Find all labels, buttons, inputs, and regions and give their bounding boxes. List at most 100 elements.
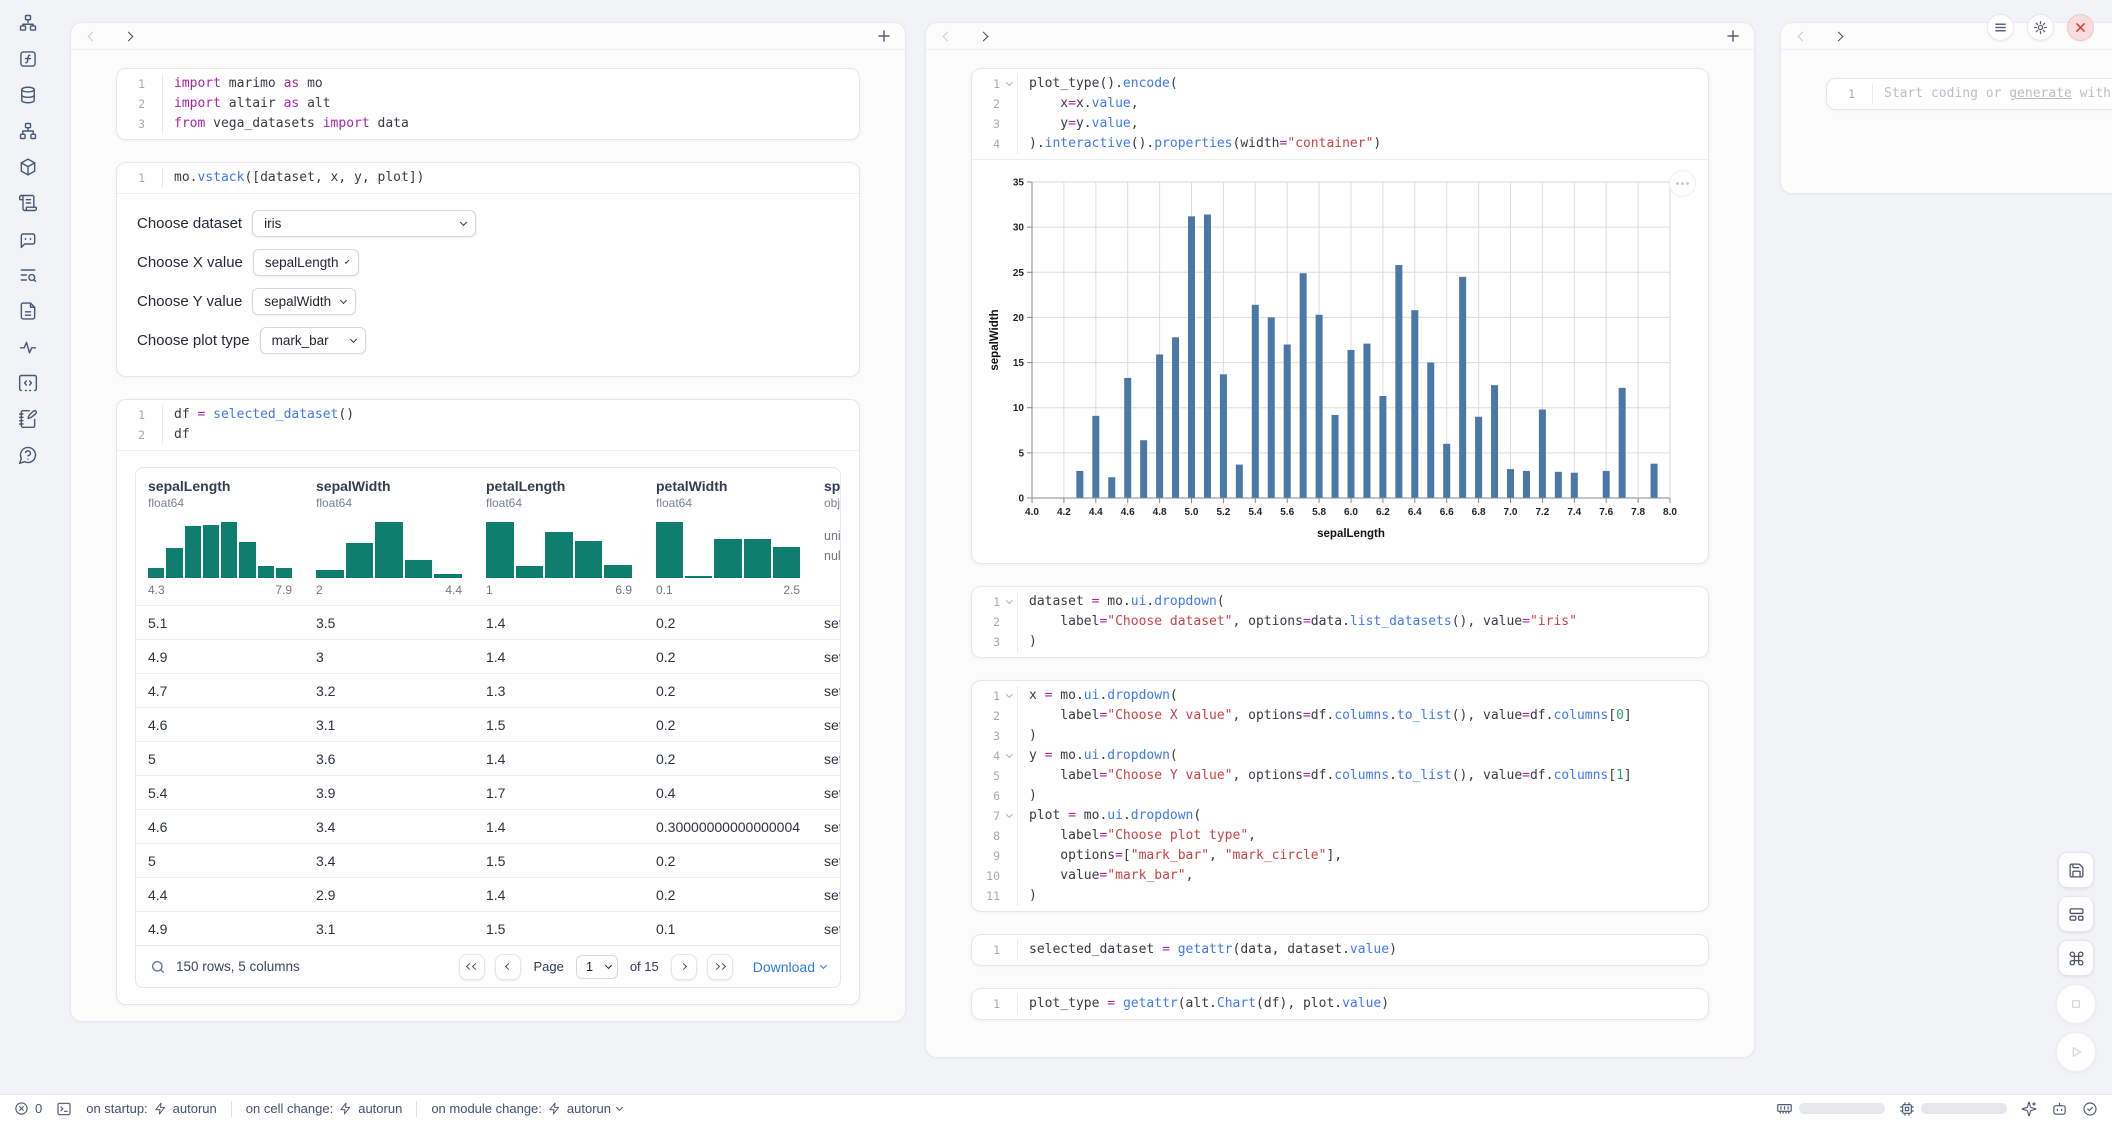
table-scroll-area[interactable]: sepalLengthfloat644.37.9sepalWidthfloat6… <box>136 468 840 945</box>
table-row: 5.13.51.40.2setosa <box>136 605 840 639</box>
close-button[interactable] <box>2067 14 2094 41</box>
robot-icon <box>2051 1100 2068 1117</box>
code-editor[interactable]: 1selected_dataset = getattr(data, datase… <box>972 935 1708 965</box>
column-prev-button[interactable] <box>940 29 954 43</box>
code-editor[interactable]: 1df = selected_dataset()2df <box>117 400 859 450</box>
last-page-button[interactable] <box>707 954 733 980</box>
cell-plot: 1plot_type().encode(2 x=x.value,3 y=y.va… <box>971 68 1709 564</box>
chevron-down-icon <box>340 296 347 303</box>
package-icon[interactable] <box>18 157 38 177</box>
notebook-actions <box>2056 852 2096 1072</box>
column-prev-button[interactable] <box>85 29 99 43</box>
page-select[interactable]: 1 <box>576 955 618 979</box>
settings-gear-button[interactable] <box>2027 14 2054 41</box>
cell-dataframe: 1df = selected_dataset()2df sepalLengthf… <box>116 399 860 1005</box>
total-pages-label: of 15 <box>630 959 659 974</box>
database-icon[interactable] <box>18 85 38 105</box>
plot-type-select[interactable]: mark_bar <box>260 327 366 354</box>
code-editor[interactable]: 1plot_type().encode(2 x=x.value,3 y=y.va… <box>972 69 1708 159</box>
prev-page-button[interactable] <box>495 954 521 980</box>
table-row: 53.61.40.2setosa <box>136 741 840 775</box>
dataset-select[interactable]: iris <box>252 210 476 237</box>
svg-text:6.2: 6.2 <box>1376 507 1390 518</box>
cell-output: Choose dataset iris Choose X value sepal… <box>117 193 859 376</box>
svg-text:20: 20 <box>1013 313 1025 324</box>
column-header-petalLength[interactable]: petalLengthfloat6416.9 <box>474 468 644 605</box>
help-icon[interactable] <box>18 445 38 465</box>
column-prev-button[interactable] <box>1795 29 1809 43</box>
code-editor[interactable]: 1dataset = mo.ui.dropdown(2 label="Choos… <box>972 587 1708 657</box>
column-next-button[interactable] <box>1831 29 1845 43</box>
error-count[interactable]: 0 <box>14 1101 42 1116</box>
code-editor[interactable]: 1x = mo.ui.dropdown(2 label="Choose X va… <box>972 681 1708 911</box>
file-tree-icon[interactable] <box>18 13 38 33</box>
scroll-icon[interactable] <box>18 193 38 213</box>
keyboard-shortcuts-button[interactable] <box>2058 940 2094 976</box>
y-value-select[interactable]: sepalWidth <box>252 288 356 315</box>
chevron-down-icon <box>350 335 357 342</box>
save-button[interactable] <box>2058 852 2094 888</box>
bar-chart[interactable]: 051015202530354.04.24.44.64.85.05.25.45.… <box>986 172 1694 549</box>
svg-text:7.6: 7.6 <box>1599 507 1613 518</box>
function-square-icon[interactable] <box>18 49 38 69</box>
svg-text:35: 35 <box>1013 178 1025 189</box>
cell-output: 051015202530354.04.24.44.64.85.05.25.45.… <box>972 159 1708 563</box>
generate-with-ai-link[interactable]: generate <box>2009 86 2072 101</box>
column-header-sepalLength[interactable]: sepalLengthfloat644.37.9 <box>136 468 304 605</box>
svg-text:15: 15 <box>1013 358 1025 369</box>
run-config-cell-change[interactable]: on cell change: autorun <box>246 1101 403 1116</box>
logs-search-icon[interactable] <box>18 265 38 285</box>
ram-usage[interactable] <box>1776 1100 1885 1117</box>
sparkles-icon <box>2021 1101 2037 1117</box>
stop-kernel-button[interactable] <box>2056 984 2096 1024</box>
column-header-sepalWidth[interactable]: sepalWidthfloat6424.4 <box>304 468 474 605</box>
code-editor[interactable]: 1 Start coding or generate with <box>1827 79 2112 109</box>
layout-toggle-button[interactable] <box>2058 896 2094 932</box>
status-bar: 0 on startup: autorun on cell change: au… <box>0 1094 2112 1122</box>
activity-icon[interactable] <box>18 337 38 357</box>
x-value-select[interactable]: sepalLength <box>253 249 359 276</box>
first-page-button[interactable] <box>459 954 485 980</box>
svg-text:4.4: 4.4 <box>1089 507 1103 518</box>
dependency-graph-icon[interactable] <box>18 121 38 141</box>
fold-chevron-icon <box>1002 806 1017 826</box>
search-icon[interactable] <box>150 959 166 975</box>
connection-status-button[interactable] <box>2082 1101 2098 1117</box>
cpu-icon <box>1899 1101 1915 1117</box>
column-header-petalWidth[interactable]: petalWidthfloat640.12.5 <box>644 468 812 605</box>
column-histogram <box>656 522 800 578</box>
svg-text:30: 30 <box>1013 223 1025 234</box>
copilot-button[interactable] <box>2051 1100 2068 1117</box>
terminal-icon <box>56 1101 72 1117</box>
y-value-label: Choose Y value <box>137 293 242 310</box>
ai-assist-button[interactable] <box>2021 1101 2037 1117</box>
column-next-button[interactable] <box>976 29 990 43</box>
document-icon[interactable] <box>18 301 38 321</box>
run-all-button[interactable] <box>2056 1032 2096 1072</box>
dataframe-table: sepalLengthfloat644.37.9sepalWidthfloat6… <box>135 467 841 988</box>
chat-bot-icon[interactable] <box>18 229 38 249</box>
menu-button[interactable] <box>1987 14 2014 41</box>
chevron-down-icon <box>820 961 827 968</box>
svg-text:5.4: 5.4 <box>1248 507 1262 518</box>
snippets-icon[interactable] <box>18 373 38 393</box>
code-editor[interactable]: 1plot_type = getattr(alt.Chart(df), plot… <box>972 989 1708 1019</box>
download-button[interactable]: Download <box>753 959 826 975</box>
run-config-startup[interactable]: on startup: autorun <box>86 1101 217 1116</box>
cpu-usage[interactable] <box>1899 1101 2007 1117</box>
fold-chevron-icon <box>1002 592 1017 612</box>
chevron-down-icon <box>345 258 350 263</box>
code-editor[interactable]: 1import marimo as mo2import altair as al… <box>117 69 859 139</box>
notebook-pen-icon[interactable] <box>18 409 38 429</box>
column-next-button[interactable] <box>121 29 135 43</box>
terminal-button[interactable] <box>56 1101 72 1117</box>
next-page-button[interactable] <box>671 954 697 980</box>
add-cell-button[interactable] <box>877 29 891 43</box>
chart-actions-button[interactable] <box>1669 170 1696 197</box>
svg-text:25: 25 <box>1013 268 1025 279</box>
table-footer: 150 rows, 5 columns Page 1 of 15 <box>136 945 840 987</box>
add-cell-button[interactable] <box>1726 29 1740 43</box>
code-editor[interactable]: 1mo.vstack([dataset, x, y, plot]) <box>117 163 859 193</box>
run-config-module-change[interactable]: on module change: autorun <box>431 1101 622 1116</box>
column-header-species[interactable]: speciesobjectunique:nulls: <box>812 468 840 605</box>
